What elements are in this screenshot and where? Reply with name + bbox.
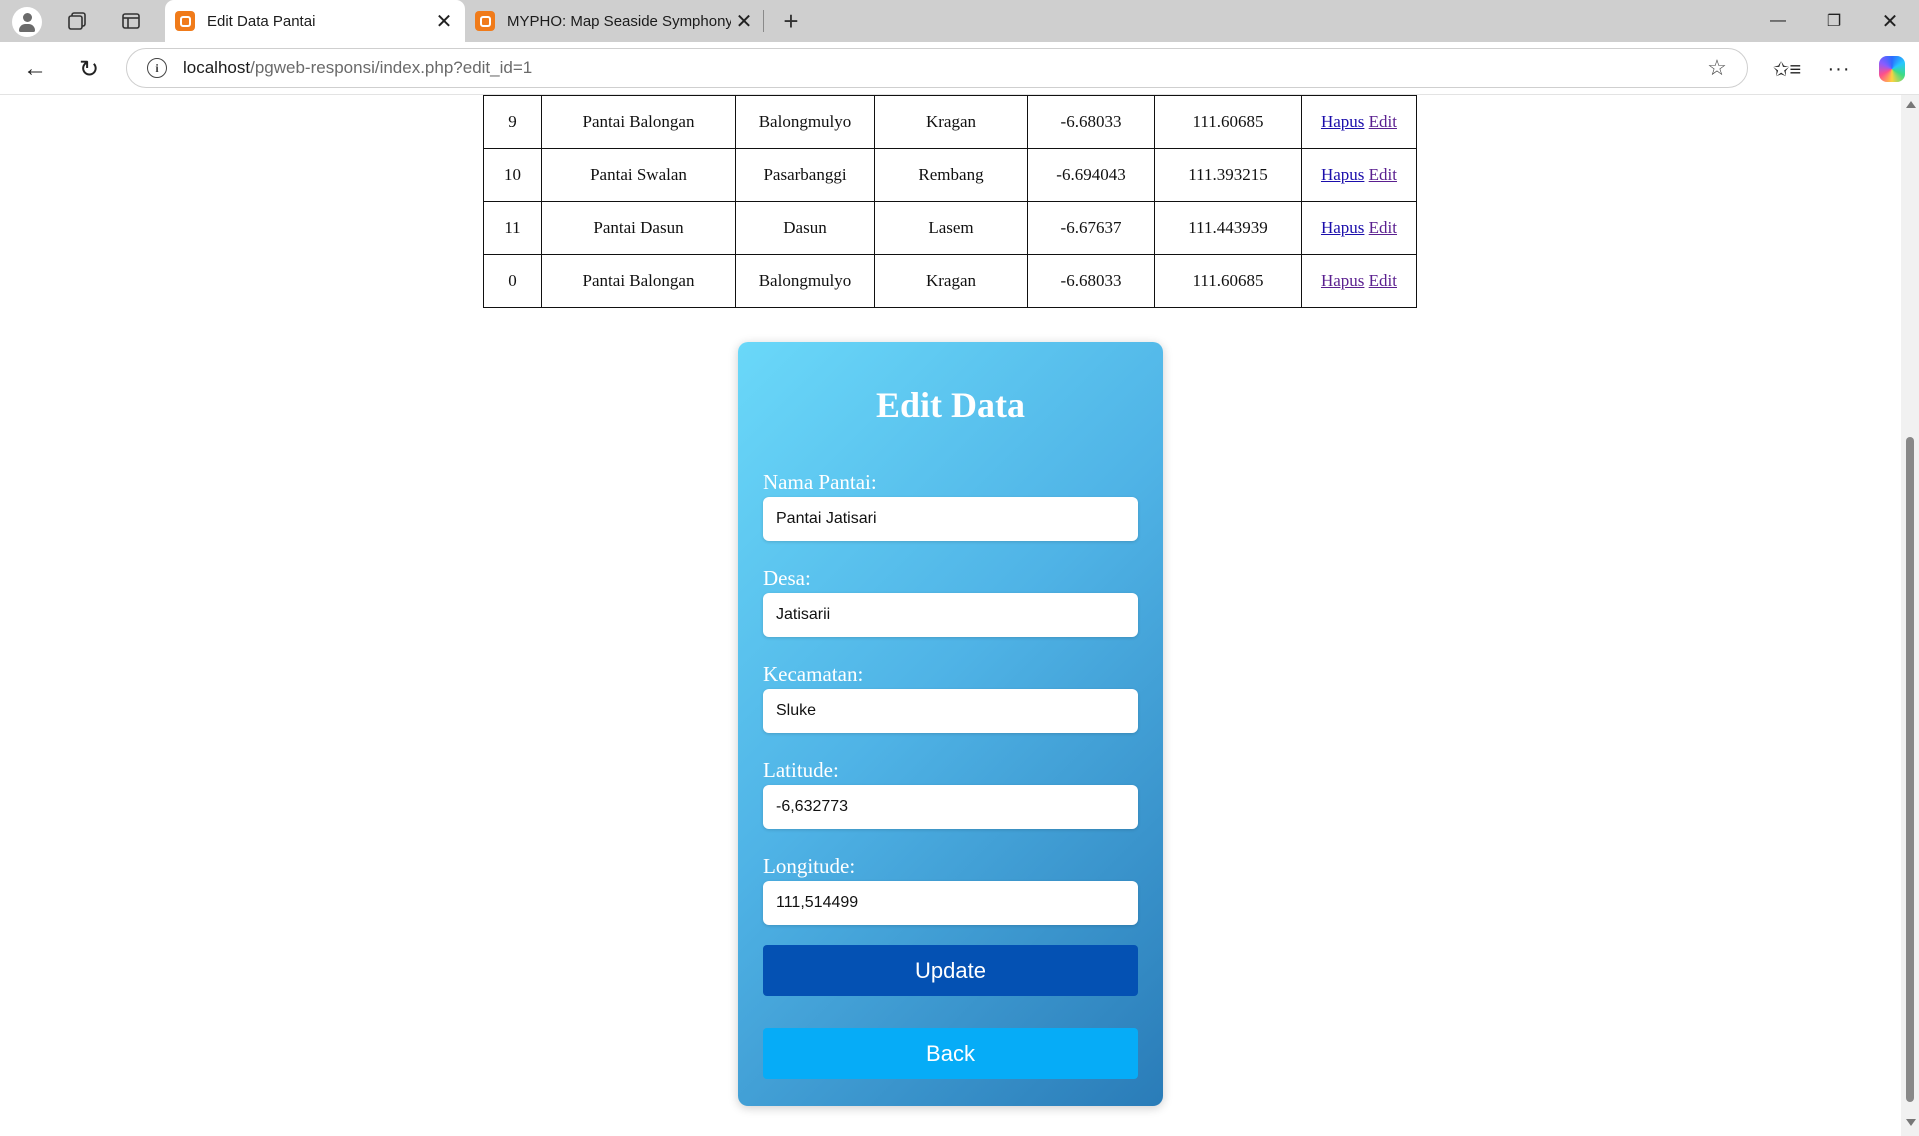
- cell-kecamatan: Lasem: [874, 201, 1028, 255]
- favorites-icon[interactable]: ✩≡: [1770, 52, 1804, 86]
- arrow-left-icon[interactable]: ←: [18, 52, 52, 86]
- copilot-icon[interactable]: [1876, 53, 1908, 85]
- edit-link[interactable]: Edit: [1369, 165, 1397, 184]
- tab-separator: [763, 10, 764, 32]
- back-button[interactable]: Back: [763, 1028, 1138, 1079]
- scroll-down-arrow-icon[interactable]: [1906, 1119, 1916, 1126]
- cell-desa: Balongmulyo: [735, 95, 875, 149]
- cell-actions: Hapus Edit: [1301, 148, 1417, 202]
- nama-pantai-input[interactable]: [763, 497, 1138, 541]
- pantai-table: 9 Pantai Balongan Balongmulyo Kragan -6.…: [483, 95, 1417, 308]
- tab-edit-data-pantai[interactable]: Edit Data Pantai ✕: [165, 0, 465, 42]
- url-path: /pgweb-responsi/index.php?edit_id=1: [250, 58, 533, 77]
- cell-desa: Dasun: [735, 201, 875, 255]
- hapus-link[interactable]: Hapus: [1321, 218, 1364, 237]
- cell-latitude: -6.694043: [1027, 148, 1155, 202]
- cell-id: 0: [483, 254, 542, 308]
- edit-form-card: Edit Data Nama Pantai: Desa: Kecamatan: …: [738, 342, 1163, 1106]
- cell-latitude: -6.68033: [1027, 254, 1155, 308]
- reload-icon[interactable]: ↻: [72, 52, 106, 86]
- info-icon[interactable]: i: [147, 58, 167, 78]
- tab-mypho[interactable]: MYPHO: Map Seaside Symphony ✕: [465, 0, 765, 42]
- page-content: 9 Pantai Balongan Balongmulyo Kragan -6.…: [0, 95, 1901, 1136]
- cell-desa: Pasarbanggi: [735, 148, 875, 202]
- cell-kecamatan: Kragan: [874, 95, 1028, 149]
- tab-actions-icon[interactable]: [116, 6, 146, 36]
- cell-longitude: 111.443939: [1154, 201, 1302, 255]
- hapus-link[interactable]: Hapus: [1321, 112, 1364, 131]
- hapus-link[interactable]: Hapus: [1321, 271, 1364, 290]
- tab-close-icon[interactable]: ✕: [731, 8, 757, 34]
- cell-nama: Pantai Balongan: [541, 254, 736, 308]
- tab-title: MYPHO: Map Seaside Symphony: [507, 12, 731, 30]
- cell-longitude: 111.393215: [1154, 148, 1302, 202]
- cell-longitude: 111.60685: [1154, 95, 1302, 149]
- kecamatan-label: Kecamatan:: [763, 662, 864, 686]
- table-row: 9 Pantai Balongan Balongmulyo Kragan -6.…: [483, 95, 1417, 149]
- tab-close-icon[interactable]: ✕: [431, 8, 457, 34]
- kecamatan-input[interactable]: [763, 689, 1138, 733]
- table-row: 11 Pantai Dasun Dasun Lasem -6.67637 111…: [483, 201, 1417, 255]
- address-bar[interactable]: i localhost/pgweb-responsi/index.php?edi…: [126, 48, 1748, 88]
- latitude-label: Latitude:: [763, 758, 839, 782]
- url-text[interactable]: localhost/pgweb-responsi/index.php?edit_…: [183, 58, 1703, 78]
- scroll-up-arrow-icon[interactable]: [1906, 101, 1916, 108]
- collections-icon[interactable]: [62, 6, 92, 36]
- table-row: 10 Pantai Swalan Pasarbanggi Rembang -6.…: [483, 148, 1417, 202]
- minimize-icon[interactable]: —: [1750, 0, 1806, 42]
- latitude-input[interactable]: [763, 785, 1138, 829]
- more-icon[interactable]: ···: [1822, 52, 1856, 86]
- page-scrollbar[interactable]: [1901, 95, 1919, 1136]
- cell-nama: Pantai Balongan: [541, 95, 736, 149]
- hapus-link[interactable]: Hapus: [1321, 165, 1364, 184]
- form-title: Edit Data: [875, 385, 1025, 425]
- cell-actions: Hapus Edit: [1301, 95, 1417, 149]
- star-icon[interactable]: ☆: [1703, 54, 1731, 82]
- xampp-favicon-icon: [175, 11, 195, 31]
- cell-actions: Hapus Edit: [1301, 254, 1417, 308]
- cell-kecamatan: Kragan: [874, 254, 1028, 308]
- tab-strip: Edit Data Pantai ✕ MYPHO: Map Seaside Sy…: [0, 0, 1919, 42]
- cell-kecamatan: Rembang: [874, 148, 1028, 202]
- update-button[interactable]: Update: [763, 945, 1138, 996]
- cell-id: 11: [483, 201, 542, 255]
- edit-link[interactable]: Edit: [1369, 218, 1397, 237]
- nama-pantai-label: Nama Pantai:: [763, 470, 877, 494]
- cell-actions: Hapus Edit: [1301, 201, 1417, 255]
- browser-toolbar: ← ↻ i localhost/pgweb-responsi/index.php…: [0, 42, 1919, 95]
- edit-link[interactable]: Edit: [1369, 112, 1397, 131]
- longitude-label: Longitude:: [763, 854, 856, 878]
- cell-id: 10: [483, 148, 542, 202]
- tab-title: Edit Data Pantai: [207, 12, 316, 30]
- cell-id: 9: [483, 95, 542, 149]
- cell-latitude: -6.67637: [1027, 201, 1155, 255]
- restore-icon[interactable]: ❐: [1806, 0, 1862, 42]
- cell-desa: Balongmulyo: [735, 254, 875, 308]
- xampp-favicon-icon: [475, 11, 495, 31]
- cell-latitude: -6.68033: [1027, 95, 1155, 149]
- cell-nama: Pantai Dasun: [541, 201, 736, 255]
- longitude-input[interactable]: [763, 881, 1138, 925]
- table-row: 0 Pantai Balongan Balongmulyo Kragan -6.…: [483, 254, 1417, 308]
- close-icon[interactable]: ✕: [1862, 0, 1918, 42]
- edit-link[interactable]: Edit: [1369, 271, 1397, 290]
- plus-icon[interactable]: +: [776, 6, 806, 36]
- cell-nama: Pantai Swalan: [541, 148, 736, 202]
- scrollbar-thumb[interactable]: [1906, 437, 1914, 1102]
- desa-input[interactable]: [763, 593, 1138, 637]
- desa-label: Desa:: [763, 566, 811, 590]
- cell-longitude: 111.60685: [1154, 254, 1302, 308]
- url-host: localhost: [183, 58, 251, 77]
- profile-icon[interactable]: [10, 5, 44, 39]
